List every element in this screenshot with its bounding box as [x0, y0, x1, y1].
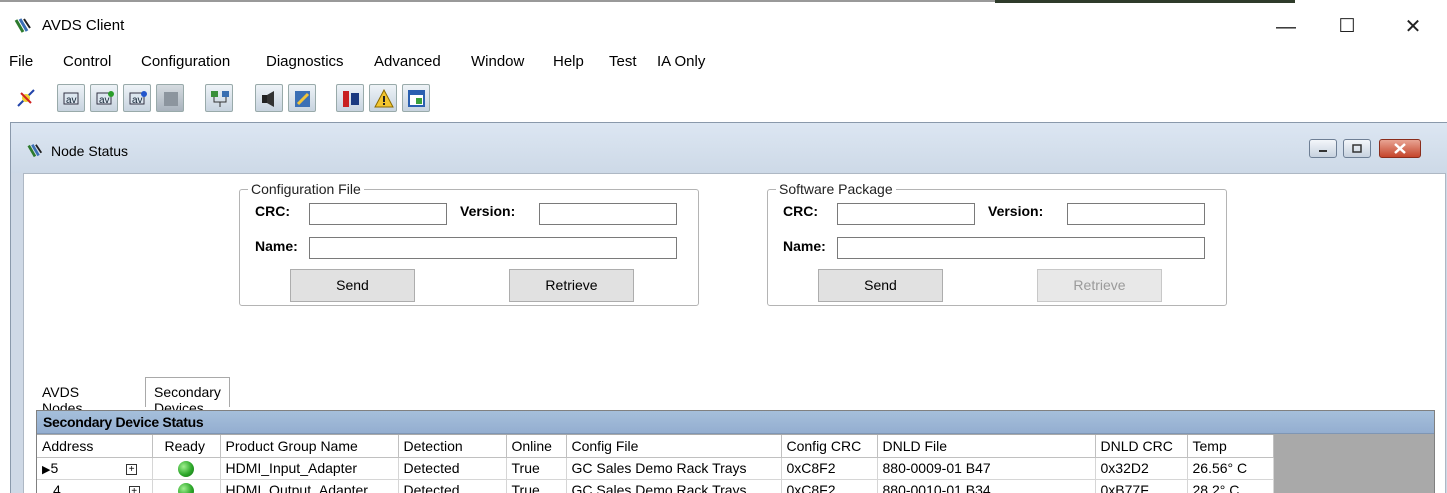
edit-icon[interactable]: [288, 84, 316, 112]
network-icon[interactable]: [205, 84, 233, 112]
node-add-icon[interactable]: av: [90, 84, 118, 112]
child-close-button[interactable]: [1379, 139, 1421, 158]
device-table: Address Ready Product Group Name Detecti…: [37, 435, 1274, 493]
product-cell: HDMI_Output_Adapter: [220, 479, 399, 493]
child-minimize-button[interactable]: [1309, 139, 1337, 158]
online-cell: True: [506, 457, 567, 480]
connect-icon[interactable]: [12, 84, 40, 112]
col-dnld-crc[interactable]: DNLD CRC: [1095, 435, 1188, 458]
software-name-field[interactable]: [837, 237, 1205, 259]
expand-row-icon[interactable]: +: [126, 463, 138, 475]
ready-cell: [152, 457, 221, 480]
software-send-button[interactable]: Send: [818, 269, 943, 302]
online-cell: True: [506, 479, 567, 493]
ready-led-icon: [178, 482, 194, 493]
config-version-field[interactable]: [539, 203, 677, 225]
col-online[interactable]: Online: [506, 435, 567, 458]
title-bar: AVDS Client — ☐ ✕: [0, 4, 1447, 46]
menu-ia-only[interactable]: IA Only: [657, 53, 705, 70]
config-version-label: Version:: [460, 203, 516, 219]
grid-caption: Secondary Device Status: [37, 411, 1434, 434]
software-crc-field[interactable]: [837, 203, 975, 225]
software-version-label: Version:: [988, 203, 1044, 219]
menu-window[interactable]: Window: [471, 53, 524, 70]
configuration-file-legend: Configuration File: [251, 181, 361, 197]
menu-advanced[interactable]: Advanced: [374, 53, 441, 70]
mdi-area: Node Status Configuration File CRC: Vers…: [10, 122, 1447, 493]
node-status-icon: [27, 144, 43, 158]
speaker-icon[interactable]: [255, 84, 283, 112]
menu-control[interactable]: Control: [63, 53, 111, 70]
menu-diagnostics[interactable]: Diagnostics: [266, 53, 344, 70]
toolbar: av av av: [0, 80, 1447, 118]
temp-cell: 28.2° C: [1187, 479, 1274, 493]
menu-file[interactable]: File: [9, 53, 33, 70]
config-file-cell: GC Sales Demo Rack Trays: [566, 479, 782, 493]
software-name-label: Name:: [783, 238, 826, 254]
col-config-file[interactable]: Config File: [566, 435, 782, 458]
table-row[interactable]: 4 + HDMI_Output_Adapter Detected True GC…: [37, 479, 1274, 493]
software-crc-label: CRC:: [783, 203, 818, 219]
menu-configuration[interactable]: Configuration: [141, 53, 230, 70]
temp-cell: 26.56° C: [1187, 457, 1274, 480]
software-retrieve-button: Retrieve: [1037, 269, 1162, 302]
node-icon[interactable]: av: [57, 84, 85, 112]
secondary-device-grid: Secondary Device Status Address Ready Pr…: [36, 410, 1435, 493]
maximize-button[interactable]: ☐: [1327, 12, 1367, 42]
config-crc-field[interactable]: [309, 203, 447, 225]
dnld-crc-cell: 0x32D2: [1095, 457, 1188, 480]
svg-text:av: av: [132, 95, 143, 106]
col-dnld-file[interactable]: DNLD File: [877, 435, 1096, 458]
software-version-field[interactable]: [1067, 203, 1205, 225]
node-remove-icon[interactable]: av: [123, 84, 151, 112]
close-button[interactable]: ✕: [1393, 12, 1433, 42]
svg-text:av: av: [66, 95, 77, 106]
config-send-button[interactable]: Send: [290, 269, 415, 302]
warning-icon[interactable]: [369, 84, 397, 112]
table-row[interactable]: ▶5 + HDMI_Input_Adapter Detected True GC…: [37, 457, 1274, 480]
dnld-crc-cell: 0xB77F: [1095, 479, 1188, 493]
product-cell: HDMI_Input_Adapter: [220, 457, 399, 480]
menu-bar: File Control Configuration Diagnostics A…: [0, 48, 1447, 76]
detection-cell: Detected: [398, 457, 507, 480]
config-file-cell: GC Sales Demo Rack Trays: [566, 457, 782, 480]
address-cell: ▶5 +: [37, 457, 153, 480]
ready-cell: [152, 479, 221, 493]
config-name-label: Name:: [255, 238, 298, 254]
table-header-row: Address Ready Product Group Name Detecti…: [37, 435, 1274, 458]
dnld-file-cell: 880-0010-01 B34: [877, 479, 1096, 493]
config-name-field[interactable]: [309, 237, 677, 259]
address-cell: 4 +: [37, 479, 153, 493]
config-retrieve-button[interactable]: Retrieve: [509, 269, 634, 302]
node-status-body: Configuration File CRC: Version: Name: S…: [23, 173, 1446, 493]
detection-cell: Detected: [398, 479, 507, 493]
config-crc-cell: 0xC8F2: [781, 479, 878, 493]
menu-test[interactable]: Test: [609, 53, 637, 70]
disabled-icon: [156, 84, 184, 112]
col-ready[interactable]: Ready: [152, 435, 221, 458]
dnld-file-cell: 880-0009-01 B47: [877, 457, 1096, 480]
tab-secondary-devices[interactable]: Secondary Devices: [145, 377, 230, 416]
tag-icon[interactable]: [336, 84, 364, 112]
col-config-crc[interactable]: Config CRC: [781, 435, 878, 458]
col-temp[interactable]: Temp: [1187, 435, 1274, 458]
minimize-button[interactable]: —: [1266, 12, 1306, 42]
expand-row-icon[interactable]: +: [128, 485, 140, 493]
col-address[interactable]: Address: [37, 435, 153, 458]
col-detection[interactable]: Detection: [398, 435, 507, 458]
ready-led-icon: [178, 460, 194, 477]
child-title-bar: Node Status: [11, 123, 1447, 173]
window-icon[interactable]: [402, 84, 430, 112]
software-package-legend: Software Package: [779, 181, 893, 197]
config-crc-cell: 0xC8F2: [781, 457, 878, 480]
app-title: AVDS Client: [42, 17, 125, 34]
config-crc-label: CRC:: [255, 203, 290, 219]
col-product-group-name[interactable]: Product Group Name: [220, 435, 399, 458]
app-icon: [14, 18, 31, 33]
menu-help[interactable]: Help: [553, 53, 584, 70]
child-title: Node Status: [51, 143, 129, 159]
child-maximize-button[interactable]: [1343, 139, 1371, 158]
svg-text:av: av: [99, 95, 110, 106]
